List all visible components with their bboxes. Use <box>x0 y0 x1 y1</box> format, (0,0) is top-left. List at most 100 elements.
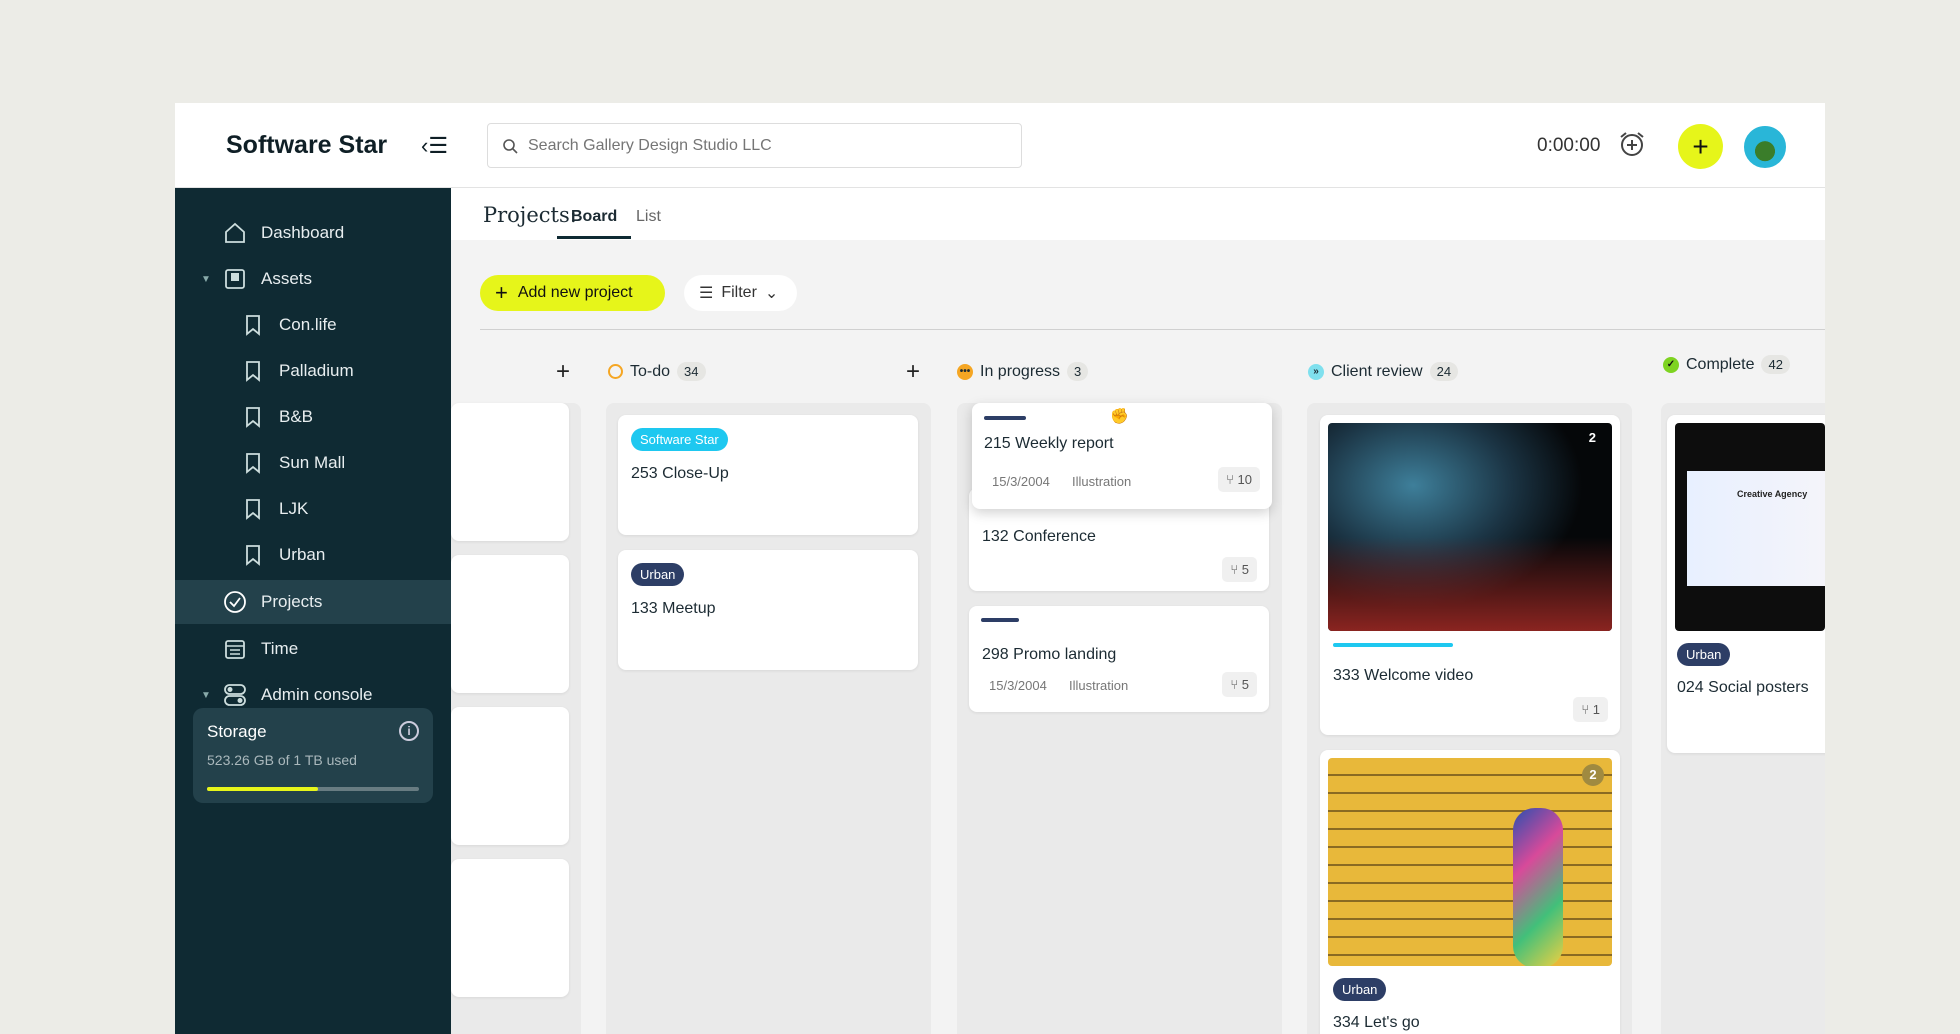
tab-list[interactable]: List <box>636 208 661 236</box>
chevron-down-icon: ⌄ <box>764 285 779 302</box>
bookmark-icon <box>239 541 267 569</box>
column-count: 34 <box>677 362 706 381</box>
plus-icon: + <box>495 280 508 305</box>
grab-hand-icon: ✊ <box>1110 408 1129 425</box>
image-count: 2 <box>1588 430 1596 445</box>
info-icon[interactable]: i <box>399 721 419 741</box>
bookmark-icon <box>239 311 267 339</box>
card[interactable] <box>451 707 569 845</box>
column-header-complete: ✓ Complete 42 <box>1663 355 1790 374</box>
todo-circle-icon <box>608 364 623 379</box>
card-title: 334 Let's go <box>1333 1014 1420 1031</box>
toggles-icon <box>221 681 249 709</box>
column-count: 24 <box>1429 362 1459 381</box>
project-card[interactable]: 2 333 Welcome video ⑂ 1 <box>1320 415 1620 735</box>
card-thumbnail <box>1328 758 1612 966</box>
board-column-in-progress: 132 Conference ⑂ 5 ✊ 215 Weekly report 1… <box>957 403 1282 1034</box>
in-progress-icon: ••• <box>957 363 973 380</box>
sidebar-item-palladium[interactable]: Palladium <box>175 348 451 394</box>
board-column-complete: Creative Agency Urban 024 Social posters <box>1661 403 1825 1034</box>
board-column-todo: Software Star 253 Close-Up Urban 133 Mee… <box>606 403 931 1034</box>
caret-down-icon[interactable]: ▼ <box>201 690 211 701</box>
column-count: 3 <box>1067 362 1089 381</box>
filter-icon: ☰ <box>699 285 714 302</box>
tab-bar: Projects: Board List <box>451 188 1825 240</box>
image-count: 2 <box>1582 764 1604 786</box>
sidebar-item-label: Projects <box>261 592 323 611</box>
card[interactable] <box>451 859 569 997</box>
storage-progress-bar <box>207 787 419 791</box>
project-card[interactable]: Urban 133 Meetup <box>618 550 918 670</box>
card-title: 253 Close-Up <box>631 465 729 482</box>
collapse-sidebar-icon[interactable]: ‹☰ <box>421 133 448 159</box>
caret-down-icon[interactable]: ▼ <box>201 274 211 285</box>
thumbnail-text: Creative Agency <box>1687 471 1825 586</box>
search-input[interactable] <box>528 136 1008 155</box>
project-card[interactable]: Creative Agency Urban 024 Social posters <box>1667 415 1825 753</box>
project-tag: Urban <box>631 563 685 586</box>
storage-panel: Storage i 523.26 GB of 1 TB used <box>193 708 433 803</box>
project-tag: Urban <box>1333 978 1387 1001</box>
filter-button[interactable]: ☰ Filter ⌄ <box>684 275 797 311</box>
brand-logo: Software Star <box>226 131 388 159</box>
card-date: 15/3/2004 <box>989 678 1047 693</box>
card-thumbnail <box>1328 423 1612 631</box>
check-circle-icon <box>221 588 249 616</box>
card[interactable] <box>451 555 569 693</box>
project-card-dragging[interactable]: ✊ 215 Weekly report 15/3/2004 Illustrati… <box>972 403 1272 509</box>
sidebar-item-ljk[interactable]: LJK <box>175 486 451 532</box>
sidebar-item-urban[interactable]: Urban <box>175 532 451 578</box>
tab-board[interactable]: Board <box>557 208 632 239</box>
app-window: Software Star ‹☰ 0:00:00 + Dashboard ▼ As… <box>175 103 1825 1034</box>
project-card[interactable]: Software Star 253 Close-Up <box>618 415 918 535</box>
card-title: 024 Social posters <box>1677 679 1809 696</box>
divider <box>480 329 1825 330</box>
add-card-icon[interactable]: + <box>556 358 570 386</box>
search-box[interactable] <box>487 123 1022 168</box>
sidebar-item-label: Assets <box>261 269 313 288</box>
sidebar-item-dashboard[interactable]: Dashboard <box>175 210 451 256</box>
priority-bar <box>981 618 1019 622</box>
calendar-icon <box>221 635 249 663</box>
avatar[interactable] <box>1742 124 1788 170</box>
sidebar-item-label: B&B <box>279 407 314 426</box>
main-content: Projects: Board List + Add new project ☰ F… <box>451 188 1825 1034</box>
card-date: 15/3/2004 <box>992 474 1050 489</box>
column-name: To-do <box>630 362 671 380</box>
subtasks-badge: ⑂ 1 <box>1573 697 1608 722</box>
sidebar-item-label: Palladium <box>279 361 354 380</box>
bookmark-icon <box>239 449 267 477</box>
bookmark-icon <box>239 403 267 431</box>
board-column-partial <box>451 403 581 1034</box>
sidebar-item-label: Admin console <box>261 685 373 704</box>
column-name: In progress <box>980 362 1061 380</box>
timer-display: 0:00:00 <box>1537 135 1601 156</box>
sidebar-item-projects[interactable]: Projects <box>175 580 451 624</box>
sidebar-item-sun-mall[interactable]: Sun Mall <box>175 440 451 486</box>
project-card[interactable]: 2 Urban 334 Let's go <box>1320 750 1620 1034</box>
card-category: Illustration <box>1072 474 1132 489</box>
column-header-client-review: » Client review 24 <box>1308 362 1459 381</box>
add-new-project-button[interactable]: + Add new project <box>480 275 665 311</box>
bookmark-icon <box>239 495 267 523</box>
project-card[interactable]: 298 Promo landing 15/3/2004 Illustration… <box>969 606 1269 712</box>
sidebar-item-bnb[interactable]: B&B <box>175 394 451 440</box>
card-title: 133 Meetup <box>631 600 716 617</box>
filter-label: Filter <box>721 284 757 301</box>
sidebar-item-time[interactable]: Time <box>175 626 451 672</box>
card[interactable] <box>451 403 569 541</box>
home-icon <box>221 219 249 247</box>
bookmark-icon <box>239 357 267 385</box>
project-tag: Urban <box>1677 643 1731 666</box>
sidebar-item-con-life[interactable]: Con.life <box>175 302 451 348</box>
storage-progress-fill <box>207 787 318 791</box>
add-card-icon[interactable]: + <box>906 358 920 386</box>
column-header-in-progress: ••• In progress 3 <box>957 362 1089 381</box>
sidebar-item-assets[interactable]: ▼ Assets <box>175 256 451 302</box>
project-tag: Software Star <box>631 428 728 451</box>
progress-bar <box>1333 643 1453 647</box>
check-icon: ✓ <box>1663 356 1679 373</box>
add-button[interactable]: + <box>1678 124 1723 169</box>
alarm-clock-icon[interactable] <box>1618 130 1646 158</box>
card-title: 132 Conference <box>982 528 1096 545</box>
